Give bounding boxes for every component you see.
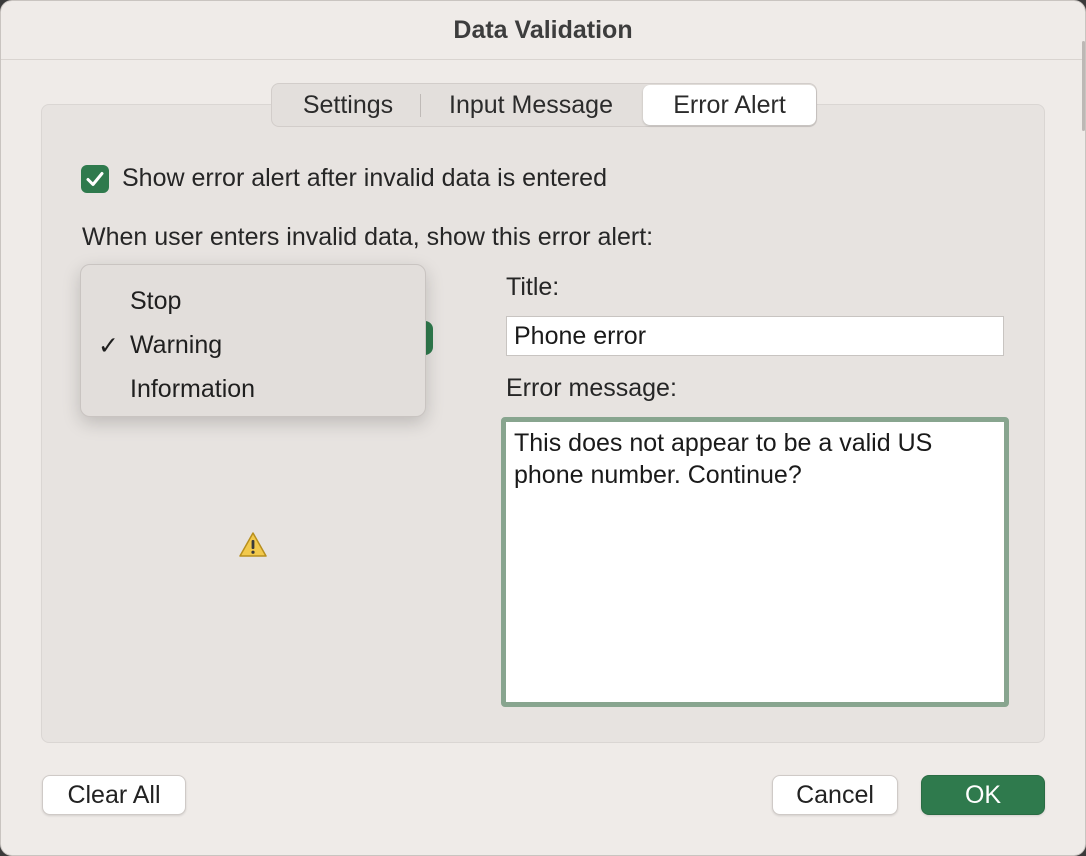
- tab-input-message[interactable]: Input Message: [424, 84, 638, 126]
- tab-bar: Settings Input Message Error Alert: [271, 83, 817, 127]
- style-menu: Stop ✓ Warning Information: [80, 264, 426, 417]
- tab-settings[interactable]: Settings: [278, 84, 418, 126]
- check-icon: ✓: [98, 332, 119, 360]
- cancel-button[interactable]: Cancel: [772, 775, 898, 815]
- menu-item-label: Warning: [130, 331, 223, 359]
- menu-item-warning[interactable]: ✓ Warning: [81, 325, 425, 365]
- title-field-label: Title:: [506, 273, 560, 301]
- menu-item-information[interactable]: Information: [81, 369, 425, 409]
- tab-error-alert[interactable]: Error Alert: [643, 85, 816, 125]
- title-input[interactable]: Phone error: [506, 316, 1004, 356]
- clear-all-button[interactable]: Clear All: [42, 775, 186, 815]
- instruction-text: When user enters invalid data, show this…: [82, 223, 654, 251]
- window-edge: [1082, 41, 1085, 131]
- ok-button[interactable]: OK: [921, 775, 1045, 815]
- data-validation-dialog: Data Validation Settings Input Message E…: [0, 0, 1086, 856]
- menu-item-label: Information: [130, 375, 256, 403]
- error-message-textarea[interactable]: This does not appear to be a valid US ph…: [501, 417, 1009, 707]
- dialog-title: Data Validation: [453, 16, 633, 44]
- menu-item-stop[interactable]: Stop: [81, 281, 425, 321]
- show-error-alert-checkbox[interactable]: [81, 165, 109, 193]
- title-divider: [1, 59, 1085, 60]
- warning-triangle-icon: [239, 532, 267, 557]
- menu-item-label: Stop: [130, 287, 182, 315]
- error-message-label: Error message:: [506, 374, 677, 402]
- show-error-alert-label[interactable]: Show error alert after invalid data is e…: [122, 164, 607, 193]
- checkmark-icon: [86, 172, 104, 186]
- tab-divider: [420, 94, 421, 117]
